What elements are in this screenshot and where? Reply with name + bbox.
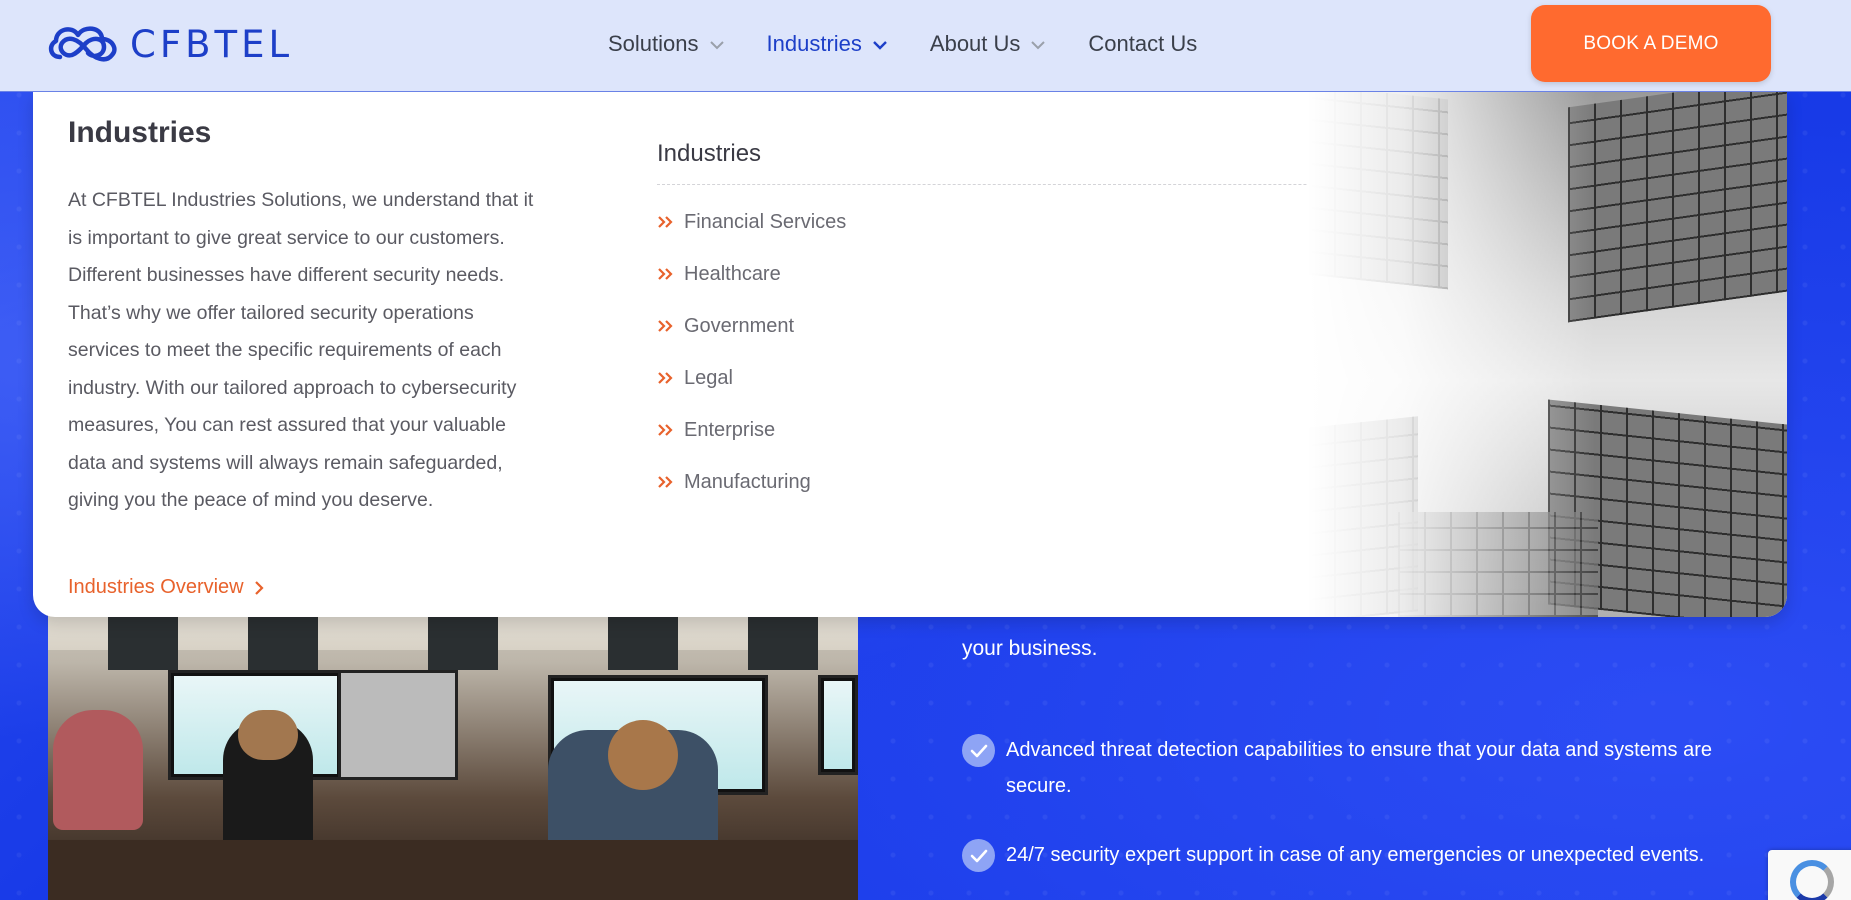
industry-item-legal[interactable]: Legal: [657, 352, 846, 404]
nav-label: Contact Us: [1088, 31, 1198, 56]
industry-label: Manufacturing: [684, 470, 811, 493]
industry-label: Government: [684, 314, 795, 337]
double-chevron-right-icon: [658, 476, 673, 488]
industry-label: Legal: [684, 366, 733, 389]
overview-link-label: Industries Overview: [68, 576, 244, 598]
nav-label: About Us: [929, 31, 1021, 56]
industry-item-enterprise[interactable]: Enterprise: [657, 404, 846, 456]
industries-mega-menu: Industries At CFBTEL Industries Solution…: [33, 92, 1787, 617]
nav-industries[interactable]: Industries: [767, 28, 888, 60]
main-nav: Solutions Industries About Us Contact Us: [608, 28, 1239, 60]
industry-item-manufacturing[interactable]: Manufacturing: [657, 456, 846, 508]
building-image: [1308, 92, 1787, 617]
nav-about-us[interactable]: About Us: [930, 28, 1047, 60]
mega-menu-title: Industries: [68, 116, 212, 149]
feature-item: Advanced threat detection capabilities t…: [962, 732, 1766, 804]
check-circle-icon: [962, 734, 995, 767]
chevron-down-icon: [709, 41, 724, 50]
industry-label: Financial Services: [684, 210, 847, 233]
industries-overview-link[interactable]: Industries Overview: [68, 576, 264, 599]
cloud-infinity-icon: [48, 26, 117, 62]
book-demo-button[interactable]: BOOK A DEMO: [1531, 5, 1771, 82]
hero-line: your business.: [962, 637, 1098, 660]
logo-text: CFBTEL: [130, 22, 294, 66]
feature-text: Advanced threat detection capabilities t…: [1006, 739, 1712, 797]
feature-text: 24/7 security expert support in case of …: [1006, 844, 1705, 866]
double-chevron-right-icon: [658, 320, 673, 332]
feature-item: 24/7 security expert support in case of …: [962, 837, 1766, 873]
recaptcha-icon: [1790, 860, 1834, 900]
industry-label: Enterprise: [684, 418, 776, 441]
chevron-right-icon: [254, 580, 264, 595]
industry-label: Healthcare: [684, 262, 781, 285]
recaptcha-badge[interactable]: [1768, 850, 1851, 900]
nav-label: Solutions: [608, 31, 699, 56]
double-chevron-right-icon: [658, 216, 673, 228]
industries-list: Financial Services Healthcare Government…: [657, 196, 846, 508]
chevron-down-icon: [873, 41, 887, 50]
double-chevron-right-icon: [658, 424, 673, 436]
industry-item-healthcare[interactable]: Healthcare: [657, 248, 846, 300]
double-chevron-right-icon: [658, 268, 673, 280]
industry-item-government[interactable]: Government: [657, 300, 846, 352]
site-header: CFBTEL Solutions Industries About Us Con…: [0, 0, 1851, 92]
check-circle-icon: [962, 839, 995, 872]
industries-column-title: Industries: [657, 140, 762, 167]
nav-label: Industries: [766, 31, 862, 56]
industry-item-financial-services[interactable]: Financial Services: [657, 196, 846, 248]
double-chevron-right-icon: [658, 372, 673, 384]
nav-solutions[interactable]: Solutions: [608, 28, 725, 60]
mega-menu-description: At CFBTEL Industries Solutions, we under…: [68, 189, 534, 511]
site-logo[interactable]: CFBTEL: [46, 19, 293, 69]
nav-contact-us[interactable]: Contact Us: [1088, 28, 1197, 60]
chevron-down-icon: [1031, 41, 1046, 50]
